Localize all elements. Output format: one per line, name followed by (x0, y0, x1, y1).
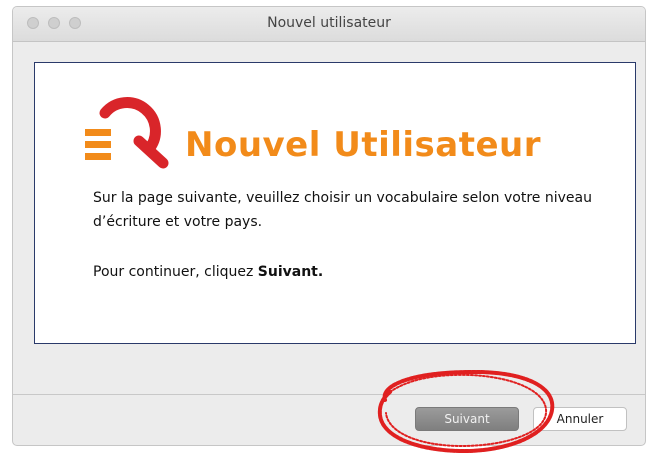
antidote-logo-icon (85, 97, 169, 169)
footer-divider (13, 394, 645, 395)
continue-instruction: Pour continuer, cliquez Suivant. (93, 260, 323, 284)
title-bar[interactable]: Nouvel utilisateur (13, 7, 645, 42)
dialog-heading: Nouvel Utilisateur (185, 125, 542, 165)
window-title: Nouvel utilisateur (267, 15, 391, 31)
continue-text: Pour continuer, cliquez (93, 264, 258, 280)
continue-bold-text: Suivant. (257, 264, 324, 280)
cancel-button[interactable]: Annuler (533, 407, 627, 431)
content-panel: Nouvel Utilisateur Sur la page suivante,… (34, 62, 636, 344)
next-button[interactable]: Suivant (415, 407, 519, 431)
dialog-header: Nouvel Utilisateur (85, 83, 605, 173)
new-user-dialog: Nouvel utilisateur Nouvel Utilisateur Su… (12, 6, 646, 446)
instruction-text: Sur la page suivante, veuillez choisir u… (93, 190, 592, 230)
